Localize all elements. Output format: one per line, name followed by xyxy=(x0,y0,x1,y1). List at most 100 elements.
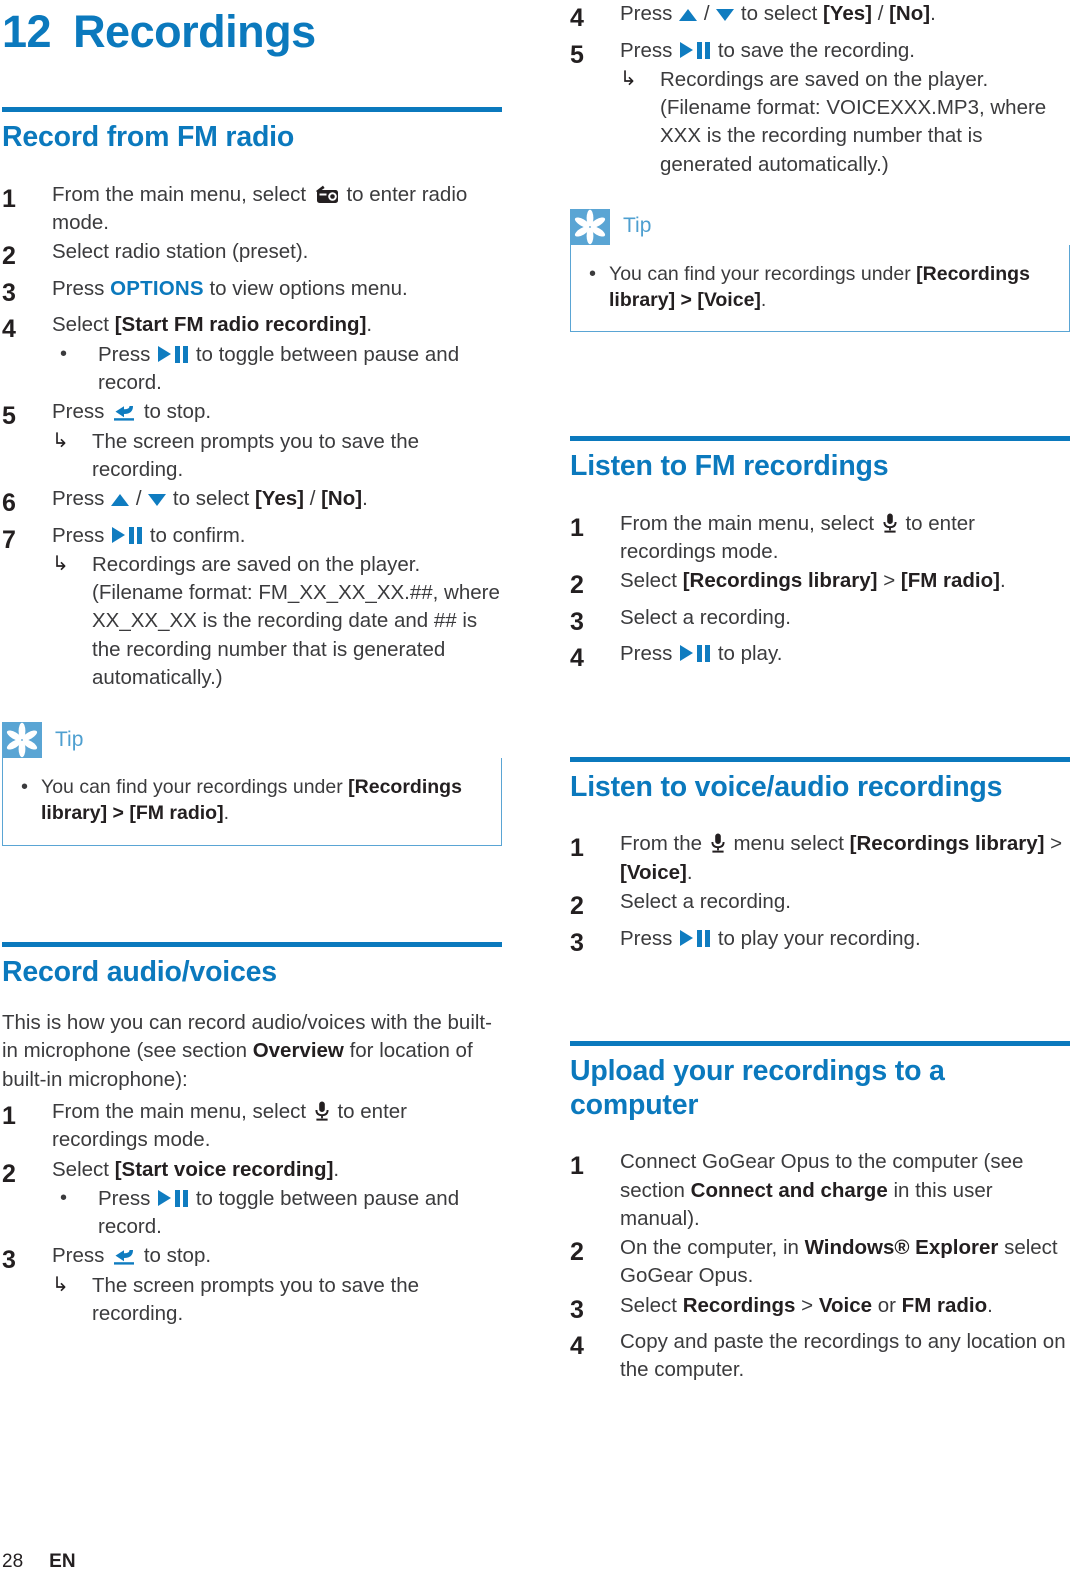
fm-radio-label: [FM radio] xyxy=(900,569,1000,593)
step-6: 6 Press / to select [Yes] / [No]. xyxy=(2,485,502,521)
step-1: 1 From the menu select [Recordings libra… xyxy=(570,830,1070,887)
step-text-part: From the main menu, select xyxy=(620,511,875,535)
step-text: Press to confirm. ↳ Recordings are saved… xyxy=(52,522,502,693)
step-text-part: to select xyxy=(172,487,250,511)
step-text-part: . xyxy=(987,1293,993,1317)
step-2: 2 On the computer, in Windows® Explorer … xyxy=(570,1234,1070,1291)
tip-asterisk-icon xyxy=(2,722,42,759)
step-number: 4 xyxy=(570,644,584,673)
back-arrow-icon xyxy=(112,1245,136,1266)
step-number: 5 xyxy=(570,40,584,69)
result-text: Recordings are saved on the player. (Fil… xyxy=(660,67,1047,176)
tip-header: Tip xyxy=(570,208,1070,245)
sub-bullet-text: Press to toggle between pause and record… xyxy=(98,1185,502,1242)
step-text: Select [Start voice recording]. • Press … xyxy=(52,1156,502,1242)
step-text: Select a recording. xyxy=(620,605,791,629)
step-text-part: From the main menu, select xyxy=(52,1100,307,1124)
step-4: 4 Select [Start FM radio recording]. • P… xyxy=(2,311,502,397)
tip-box-voice: Tip • You can find your recordings under… xyxy=(570,208,1070,333)
step-text-part: / xyxy=(309,487,316,511)
radio-icon xyxy=(314,184,339,203)
step-text: Select [Start FM radio recording]. • Pre… xyxy=(52,311,502,397)
step-text: From the main menu, select to enter reco… xyxy=(52,1098,502,1155)
chapter-name: Recordings xyxy=(73,6,316,57)
step-1: 1 From the main menu, select to enter re… xyxy=(570,510,1070,567)
step-3: 3 Press OPTIONS to view options menu. xyxy=(2,275,502,311)
menu-item-label: [Start voice recording] xyxy=(114,1157,334,1181)
step-text: Select a recording. xyxy=(620,890,791,914)
result-arrow-icon: ↳ xyxy=(52,552,69,575)
step-text-part: . xyxy=(362,487,368,511)
tip-text-part: You can find your recordings under xyxy=(41,776,343,799)
result-line: ↳ Recordings are saved on the player. (F… xyxy=(52,551,502,692)
step-text-part: / xyxy=(877,2,884,25)
step-text: Select [Recordings library] > [FM radio]… xyxy=(620,567,1070,595)
steps-listen-voice: 1 From the menu select [Recordings libra… xyxy=(570,830,1070,960)
step-number: 1 xyxy=(570,1152,584,1181)
step-text: Press / to select [Yes] / [No]. xyxy=(620,0,1070,28)
step-text-part: Press xyxy=(52,1244,105,1268)
step-text-part: Press xyxy=(52,487,105,511)
step-text-part: or xyxy=(877,1293,896,1317)
step-text-part: / xyxy=(703,2,710,25)
step-text-part: Select xyxy=(52,1157,109,1181)
tip-text: You can find your recordings under [Reco… xyxy=(41,774,487,826)
page-number: 28 xyxy=(2,1551,24,1572)
section-heading-listen-voice: Listen to voice/audio recordings xyxy=(570,770,1003,803)
step-number: 3 xyxy=(570,928,584,957)
section-heading-upload: Upload your recordings to a computer xyxy=(570,1055,945,1121)
step-text-part: Select xyxy=(52,313,109,337)
step-3: 3 Press to play your recording. xyxy=(570,925,1070,961)
step-text: Press to stop. ↳ The screen prompts you … xyxy=(52,1242,502,1328)
sub-bullet: • Press to toggle between pause and reco… xyxy=(52,1185,502,1242)
step-number: 1 xyxy=(2,184,16,213)
tip-box-fm: Tip • You can find your recordings under… xyxy=(2,722,502,846)
fm-radio-label: [FM radio] xyxy=(129,802,224,825)
tip-body: • You can find your recordings under [Re… xyxy=(2,758,502,846)
down-arrow-icon xyxy=(148,492,167,507)
windows-explorer-ref: Windows® Explorer xyxy=(804,1236,999,1260)
step-7: 7 Press to confirm. ↳ Recordings are sav… xyxy=(2,522,502,693)
step-text-part: Press xyxy=(620,38,673,62)
step-text: Connect GoGear Opus to the computer (see… xyxy=(620,1148,1070,1233)
yes-option-label: [Yes] xyxy=(254,487,304,511)
result-arrow-icon: ↳ xyxy=(620,67,637,90)
steps-record-fm: 1 From the main menu, select to enter ra… xyxy=(2,181,502,692)
step-text-part: . xyxy=(930,2,936,25)
step-text-part: to play. xyxy=(717,642,783,666)
two-column-layout: 12 Recordings Record from FM radio 1 From… xyxy=(0,0,1082,1386)
sub-text-part: to toggle between pause and record. xyxy=(98,1186,460,1239)
right-column: 4 Press / to select [Yes] / [No]. 5 Pres… xyxy=(562,0,1070,1386)
step-number: 1 xyxy=(2,1102,16,1131)
sub-bullet-text: Press to toggle between pause and record… xyxy=(98,341,502,398)
step-text-part: Press xyxy=(620,2,673,25)
step-text-part: On the computer, in xyxy=(620,1236,799,1260)
fm-radio-folder-label: FM radio xyxy=(901,1293,988,1317)
step-text: Copy and paste the recordings to any loc… xyxy=(620,1330,1066,1382)
play-pause-icon xyxy=(158,1189,189,1207)
bullet-marker: • xyxy=(589,262,597,285)
result-text: The screen prompts you to save the recor… xyxy=(92,429,420,481)
step-number: 7 xyxy=(2,525,16,554)
step-text: From the main menu, select to enter reco… xyxy=(620,510,1070,567)
tip-label: Tip xyxy=(623,214,652,238)
step-text: Press OPTIONS to view options menu. xyxy=(52,275,502,303)
chapter-number: 12 xyxy=(2,6,52,57)
step-text-part: From the main menu, select xyxy=(52,182,307,206)
tip-header: Tip xyxy=(2,722,502,759)
connect-charge-ref: Connect and charge xyxy=(690,1178,888,1202)
back-arrow-icon xyxy=(112,401,136,421)
step-text-part: / xyxy=(135,487,142,511)
section-heading-record-audio: Record audio/voices xyxy=(2,955,277,988)
step-text: Press / to select [Yes] / [No]. xyxy=(52,485,502,513)
sub-text-part: to toggle between pause and record. xyxy=(98,342,460,394)
step-1: 1 From the main menu, select to enter ra… xyxy=(2,181,502,238)
voice-folder-label: Voice xyxy=(818,1293,873,1317)
section-rule xyxy=(2,941,502,947)
steps-listen-fm: 1 From the main menu, select to enter re… xyxy=(570,510,1070,676)
step-text-part: to view options menu. xyxy=(209,276,408,300)
step-text-part: From the xyxy=(620,832,703,856)
step-text: From the main menu, select to enter radi… xyxy=(52,181,502,238)
step-text-part: to stop. xyxy=(143,1244,212,1268)
tip-asterisk-icon xyxy=(570,208,610,245)
